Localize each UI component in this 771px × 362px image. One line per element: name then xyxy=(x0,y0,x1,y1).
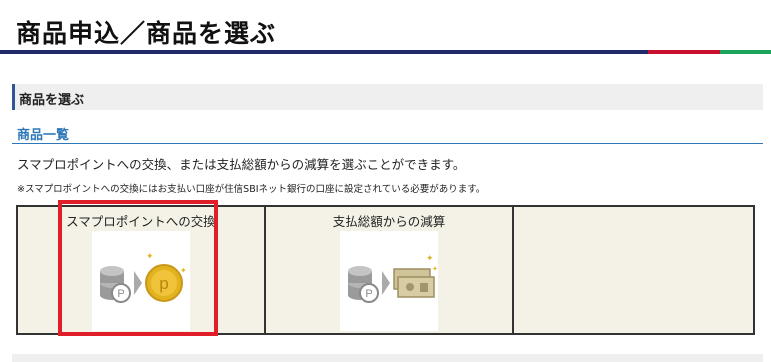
svg-text:✦: ✦ xyxy=(146,252,154,262)
subsection-heading: 商品一覧 xyxy=(17,128,70,143)
option-label: スマプロポイントへの交換 xyxy=(66,214,216,229)
title-rule-green-accent xyxy=(720,50,771,54)
svg-text:P: P xyxy=(365,288,372,300)
section-header: 商品を選ぶ xyxy=(12,84,763,110)
section-header-label: 商品を選ぶ xyxy=(19,93,85,108)
points-exchange-image[interactable]: P p ✦ ✦ xyxy=(92,231,190,331)
payment-deduction-icon: P ✦ ✦ xyxy=(348,254,438,303)
option-label: 支払総額からの減算 xyxy=(332,214,446,229)
subsection-rule xyxy=(12,143,763,144)
payment-deduction-image[interactable]: P ✦ ✦ xyxy=(340,231,438,331)
svg-text:P: P xyxy=(117,288,124,300)
note-text: ※スマプロポイントへの交換にはお支払い口座が住信SBIネット銀行の口座に設定され… xyxy=(17,184,486,195)
points-exchange-icon: P p ✦ ✦ xyxy=(100,252,187,303)
page-title: 商品申込／商品を選ぶ xyxy=(16,19,277,48)
next-section-header xyxy=(12,354,763,362)
title-rule-red-accent xyxy=(648,50,720,54)
svg-text:p: p xyxy=(159,274,168,293)
empty-option-cell xyxy=(512,205,755,335)
svg-text:✦: ✦ xyxy=(432,265,438,273)
svg-text:✦: ✦ xyxy=(426,254,434,264)
svg-text:✦: ✦ xyxy=(180,266,187,275)
title-rule xyxy=(0,50,771,54)
description-text: スマプロポイントへの交換、または支払総額からの減算を選ぶことができます。 xyxy=(17,157,466,172)
option-payment-deduction[interactable]: 支払総額からの減算 P ✦ ✦ xyxy=(264,205,514,335)
option-points-exchange[interactable]: スマプロポイントへの交換 P p ✦ ✦ xyxy=(16,205,266,335)
product-table: スマプロポイントへの交換 P p ✦ ✦ 支払総額からの減算 P ✦ ✦ xyxy=(16,205,755,335)
